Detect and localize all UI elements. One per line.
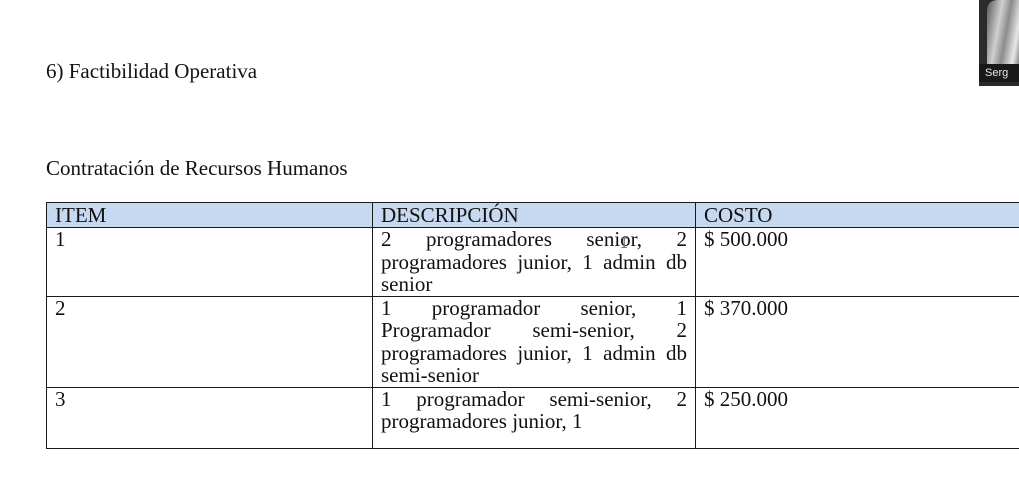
description-cell: 1 programador senior, 1 Programador semi… — [372, 295, 696, 388]
table-row: 1 2 programadores senior, 2 programadore… — [46, 227, 1019, 297]
item-cell: 2 — [46, 295, 373, 388]
column-header-cost: COSTO — [695, 202, 1019, 228]
cost-cell: $ 370.000 — [695, 295, 1019, 388]
column-header-description: DESCRIPCIÓN — [372, 202, 696, 228]
column-header-item: ITEM — [46, 202, 373, 228]
description-cell: 2 programadores senior, 2 programadores … — [372, 227, 696, 297]
participant-video-feed — [987, 0, 1019, 64]
table-row: 3 1 programador semi-senior, 2 programad… — [46, 386, 1019, 449]
table-row: 2 1 programador senior, 1 Programador se… — [46, 295, 1019, 388]
item-cell: 3 — [46, 386, 373, 449]
section-heading: 6) Factibilidad Operativa — [46, 59, 258, 83]
cost-cell: $ 500.000 — [695, 227, 1019, 297]
text-cursor-icon: I — [620, 236, 629, 252]
cost-table: ITEM DESCRIPCIÓN COSTO 1 2 programadores… — [46, 202, 1019, 449]
description-cell: 1 programador semi-senior, 2 programador… — [372, 386, 696, 449]
participant-video-tile[interactable]: Serg — [979, 0, 1019, 86]
table-header-row: ITEM DESCRIPCIÓN COSTO — [46, 202, 1019, 228]
sub-heading: Contratación de Recursos Humanos — [46, 156, 348, 180]
cost-cell: $ 250.000 — [695, 386, 1019, 449]
participant-name-label: Serg — [979, 64, 1019, 82]
item-cell: 1 — [46, 227, 373, 297]
